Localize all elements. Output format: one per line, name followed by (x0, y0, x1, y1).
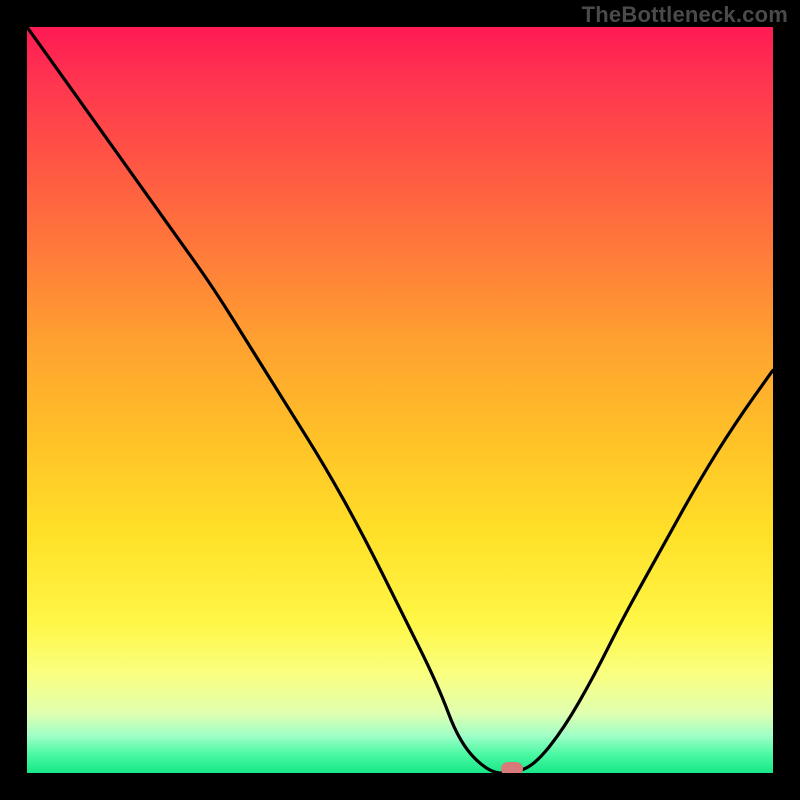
optimal-point-marker (501, 762, 523, 773)
watermark-label: TheBottleneck.com (582, 2, 788, 28)
bottleneck-curve (27, 27, 773, 773)
chart-frame: TheBottleneck.com (0, 0, 800, 800)
plot-area (27, 27, 773, 773)
